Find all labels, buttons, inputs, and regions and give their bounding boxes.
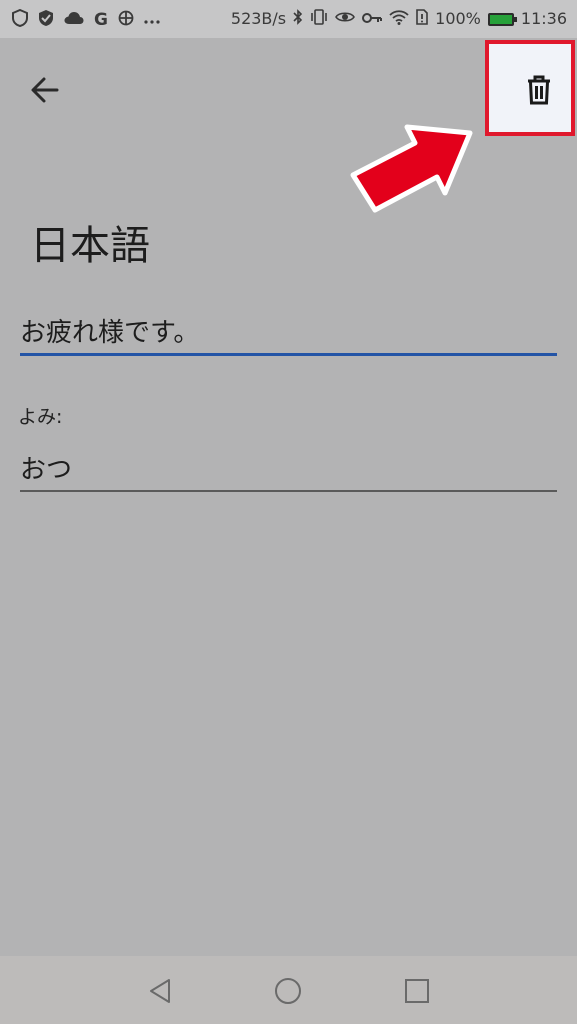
pointer-arrow-icon — [350, 124, 473, 213]
wifi-icon — [389, 9, 409, 29]
navigation-bar — [0, 956, 577, 1024]
home-circle-icon — [275, 978, 301, 1004]
nav-back-button[interactable] — [143, 974, 177, 1008]
eye-icon — [335, 10, 356, 28]
cloud-icon — [64, 11, 84, 29]
nav-home-button[interactable] — [271, 974, 305, 1008]
vibrate-icon — [310, 9, 328, 29]
trash-icon — [528, 75, 550, 105]
battery-icon — [487, 12, 517, 26]
language-title: 日本語 — [30, 223, 150, 269]
network-speed: 523B/s — [230, 9, 287, 28]
pinwheel-icon — [118, 10, 134, 30]
reading-label: よみ: — [18, 406, 63, 428]
reading-input[interactable]: おつ — [20, 445, 557, 492]
google-icon: G — [94, 10, 108, 30]
status-right-icons: 523B/s 100% 11:36 — [231, 9, 567, 29]
bluetooth-icon — [293, 9, 303, 29]
phrase-input[interactable]: お疲れ様です。 — [20, 306, 557, 356]
back-button[interactable] — [20, 65, 70, 115]
battery-percent: 100% — [435, 9, 481, 28]
status-left-icons: G — [12, 8, 160, 31]
status-time: 11:36 — [520, 9, 567, 28]
recents-square-icon — [405, 979, 429, 1003]
key-icon — [362, 10, 383, 28]
more-dots-icon — [144, 11, 160, 29]
delete-button[interactable] — [499, 60, 577, 120]
back-triangle-icon — [150, 979, 170, 1003]
shield-check-icon — [38, 9, 54, 31]
arrow-left-icon — [31, 77, 59, 103]
status-bar: G 523B/s 100% 11:36 — [0, 0, 577, 38]
nav-recents-button[interactable] — [400, 974, 434, 1008]
sim-alert-icon — [416, 9, 428, 29]
shield-outline-icon — [12, 8, 28, 31]
